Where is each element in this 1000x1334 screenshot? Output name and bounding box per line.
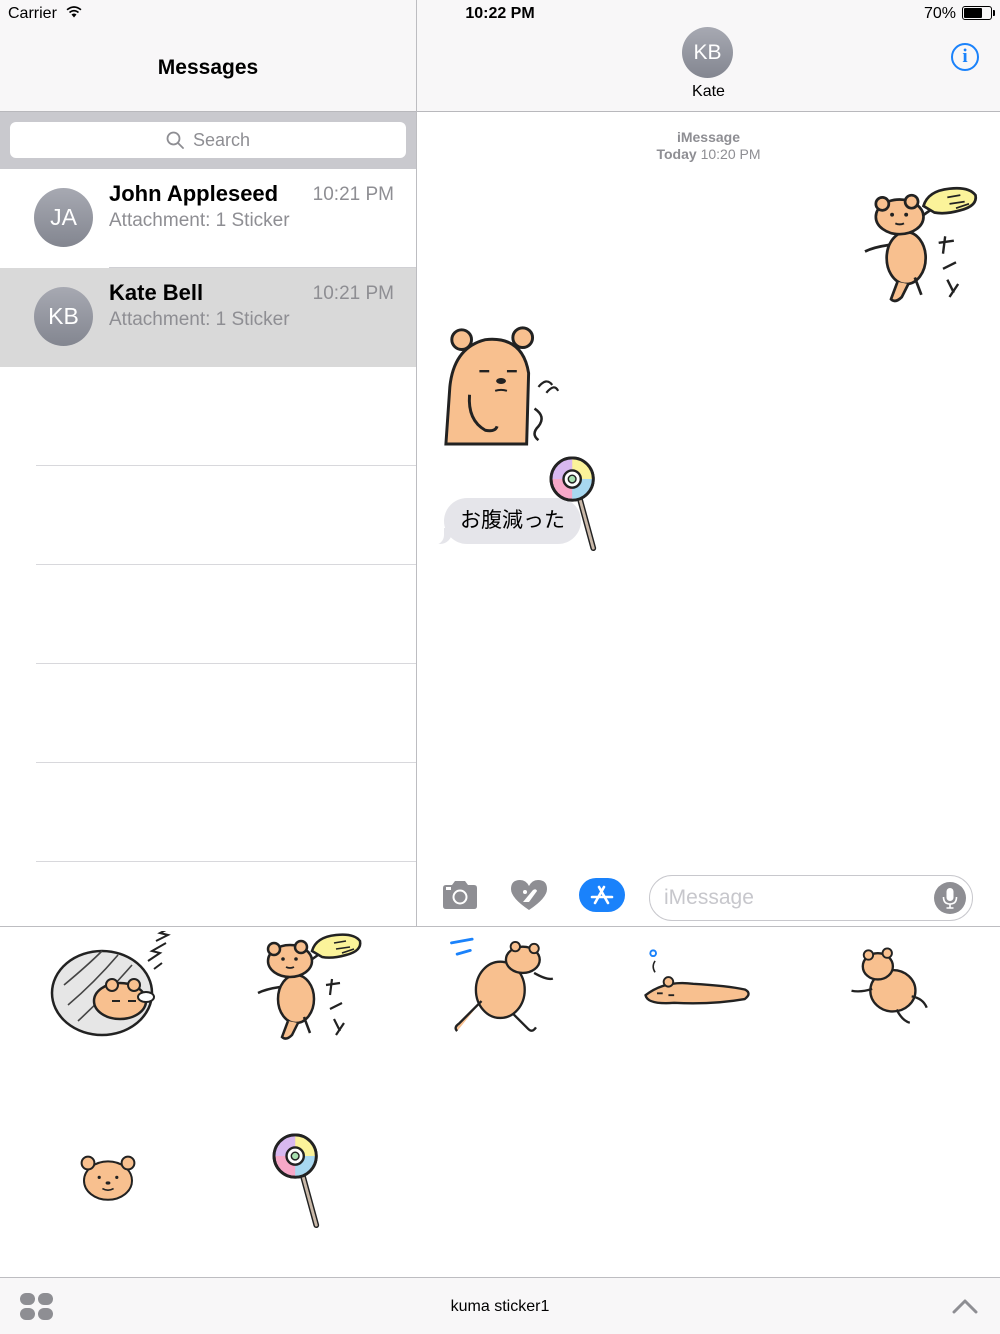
thread-timestamp: Today 10:20 PM: [417, 146, 1000, 162]
sticker-bear-lying-down[interactable]: [636, 945, 760, 1013]
sticker-bear-face[interactable]: [72, 1147, 144, 1203]
contact-name[interactable]: Kate: [417, 83, 1000, 101]
empty-row-divider: [36, 861, 416, 862]
digital-touch-icon[interactable]: [509, 878, 549, 912]
microphone-button[interactable]: [934, 882, 966, 914]
empty-row-divider: [36, 465, 416, 466]
empty-row-divider: [36, 564, 416, 565]
conversation-row-kate-bell[interactable]: KB Kate Bell 10:21 PM Attachment: 1 Stic…: [0, 268, 416, 367]
received-sticker-bear-tummy-rumble[interactable]: [440, 318, 568, 446]
message-time: 10:21 PM: [312, 283, 394, 304]
search-bar: Search: [0, 112, 416, 169]
page-title: Messages: [157, 56, 259, 79]
timestamp-day: Today: [656, 146, 697, 162]
info-button[interactable]: i: [951, 43, 979, 71]
clock: 10:22 PM: [465, 5, 535, 22]
app-tray: kuma sticker1: [0, 1277, 1000, 1334]
app-store-icon[interactable]: [579, 878, 625, 912]
contact-avatar[interactable]: KB: [682, 27, 733, 78]
empty-row-divider: [36, 762, 416, 763]
sticker-app-name: kuma sticker1: [450, 1298, 550, 1315]
contact-name: Kate Bell: [109, 280, 204, 305]
avatar: JA: [34, 188, 93, 247]
message-input-bar: [417, 862, 1000, 926]
received-sticker-lollipop[interactable]: [546, 456, 606, 552]
message-field[interactable]: [649, 875, 973, 921]
contact-name: John Appleseed: [109, 181, 279, 206]
avatar: KB: [34, 287, 93, 346]
chevron-up-icon[interactable]: [952, 1298, 978, 1314]
empty-row-divider: [36, 663, 416, 664]
sent-sticker-bear-reaching-naan[interactable]: [852, 180, 982, 310]
sticker-bear-sleeping-clam-shell[interactable]: [48, 931, 178, 1041]
message-time: 10:21 PM: [312, 184, 394, 205]
search-icon: [166, 131, 184, 149]
search-placeholder: Search: [192, 129, 251, 150]
battery-level: [964, 8, 982, 18]
conversation-row-john-appleseed[interactable]: JA John Appleseed 10:21 PM Attachment: 1…: [0, 169, 416, 268]
sticker-bear-rolling[interactable]: [844, 939, 938, 1035]
sticker-bear-running[interactable]: [444, 935, 566, 1039]
message-preview: Attachment: 1 Sticker: [109, 309, 290, 330]
camera-icon[interactable]: [441, 880, 479, 910]
status-bar: Carrier 10:22 PM 70%: [0, 0, 1000, 28]
service-label: iMessage: [676, 129, 741, 145]
search-input[interactable]: Search: [10, 122, 406, 158]
timestamp-time: 10:20 PM: [700, 146, 761, 162]
microphone-icon: [942, 888, 958, 909]
conversation-list-pane: Messages Search JA John Appleseed 10:21 …: [0, 0, 416, 926]
sticker-lollipop[interactable]: [270, 1133, 328, 1229]
sticker-drawer: [0, 927, 1000, 1277]
battery-percent: 70%: [923, 5, 956, 22]
message-input[interactable]: [664, 876, 914, 919]
sticker-bear-reaching-naan[interactable]: [244, 927, 368, 1047]
message-preview: Attachment: 1 Sticker: [109, 210, 290, 231]
battery-icon: [962, 6, 995, 20]
